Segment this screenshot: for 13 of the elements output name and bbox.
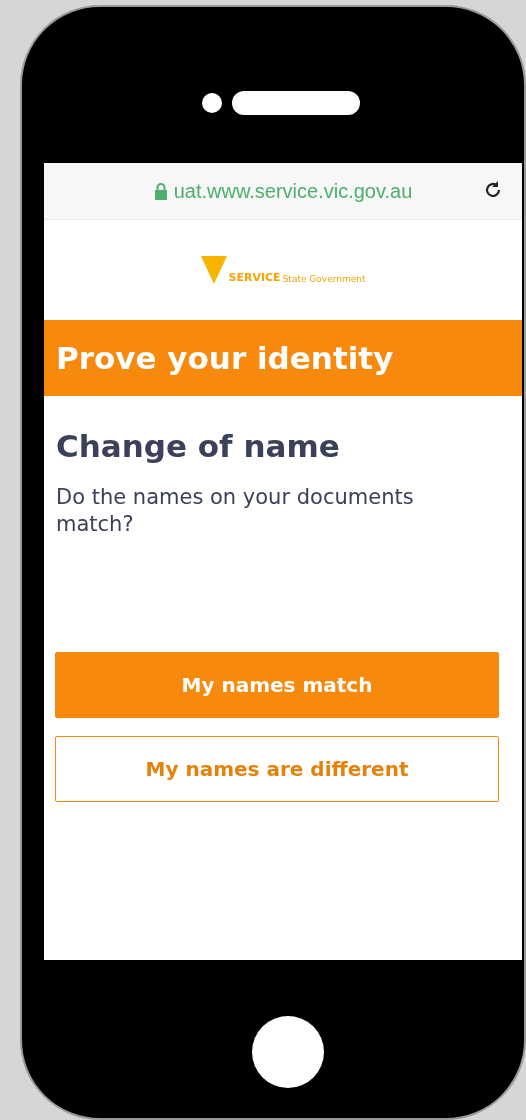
question-text: Do the names on your documents match? xyxy=(56,484,415,538)
logo-text: SERVICE xyxy=(228,271,281,284)
camera-icon xyxy=(202,93,222,113)
logo-subtitle: State Government xyxy=(282,274,366,284)
section-heading: Change of name xyxy=(56,428,341,464)
speaker-icon xyxy=(232,91,360,115)
secondary-button[interactable]: My names are different xyxy=(55,736,499,802)
triangle-logo-icon xyxy=(200,256,227,284)
url-text: uat.www.service.vic.gov.au xyxy=(173,179,413,203)
lock-icon xyxy=(153,182,168,200)
page-title: Prove your identity xyxy=(56,340,394,376)
address-bar[interactable]: uat.www.service.vic.gov.au xyxy=(44,163,522,220)
primary-button[interactable]: My names match xyxy=(55,652,499,718)
